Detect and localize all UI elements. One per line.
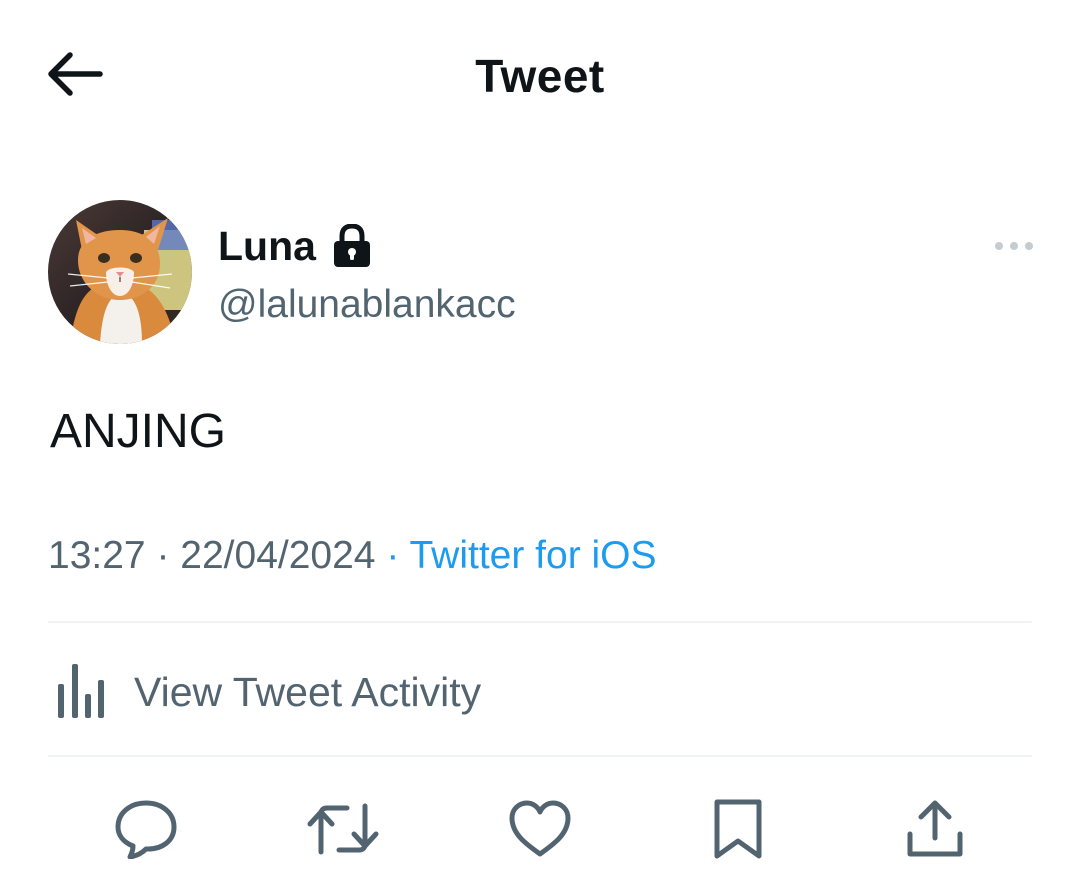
share-button[interactable] [890,784,980,874]
reply-button[interactable] [101,784,191,874]
reply-icon [115,800,177,859]
view-tweet-activity[interactable]: View Tweet Activity [48,640,1032,744]
divider [48,755,1032,757]
tweet-source-link[interactable]: Twitter for iOS [409,534,656,577]
tweet-time: 13:27 [48,534,146,577]
author-name-row[interactable]: Luna [218,218,372,274]
author-name: Luna [218,223,316,269]
more-options-button[interactable] [984,226,1044,266]
tweet-text: ANJING [50,405,227,458]
page-title: Tweet [475,50,605,102]
bookmark-icon [714,799,762,859]
avatar[interactable] [48,200,192,344]
action-bar [48,784,1032,874]
meta-separator: · [386,534,400,577]
tweet-date: 22/04/2024 [180,534,376,577]
lock-icon [333,224,370,267]
heart-icon [509,800,571,857]
retweet-icon [307,803,379,855]
retweet-button[interactable] [298,784,388,874]
divider [48,621,1032,623]
bar-chart-icon [58,664,104,718]
share-icon [907,800,963,857]
like-button[interactable] [495,784,585,874]
tweet-meta: 13:27 · 22/04/2024 · Twitter for iOS [48,530,657,582]
meta-separator: · [156,534,170,577]
cat-avatar [48,200,192,344]
author-handle[interactable]: @lalunablankacc [218,280,516,330]
activity-label: View Tweet Activity [134,669,482,715]
more-horizontal-icon [995,242,1033,250]
bookmark-button[interactable] [693,784,783,874]
